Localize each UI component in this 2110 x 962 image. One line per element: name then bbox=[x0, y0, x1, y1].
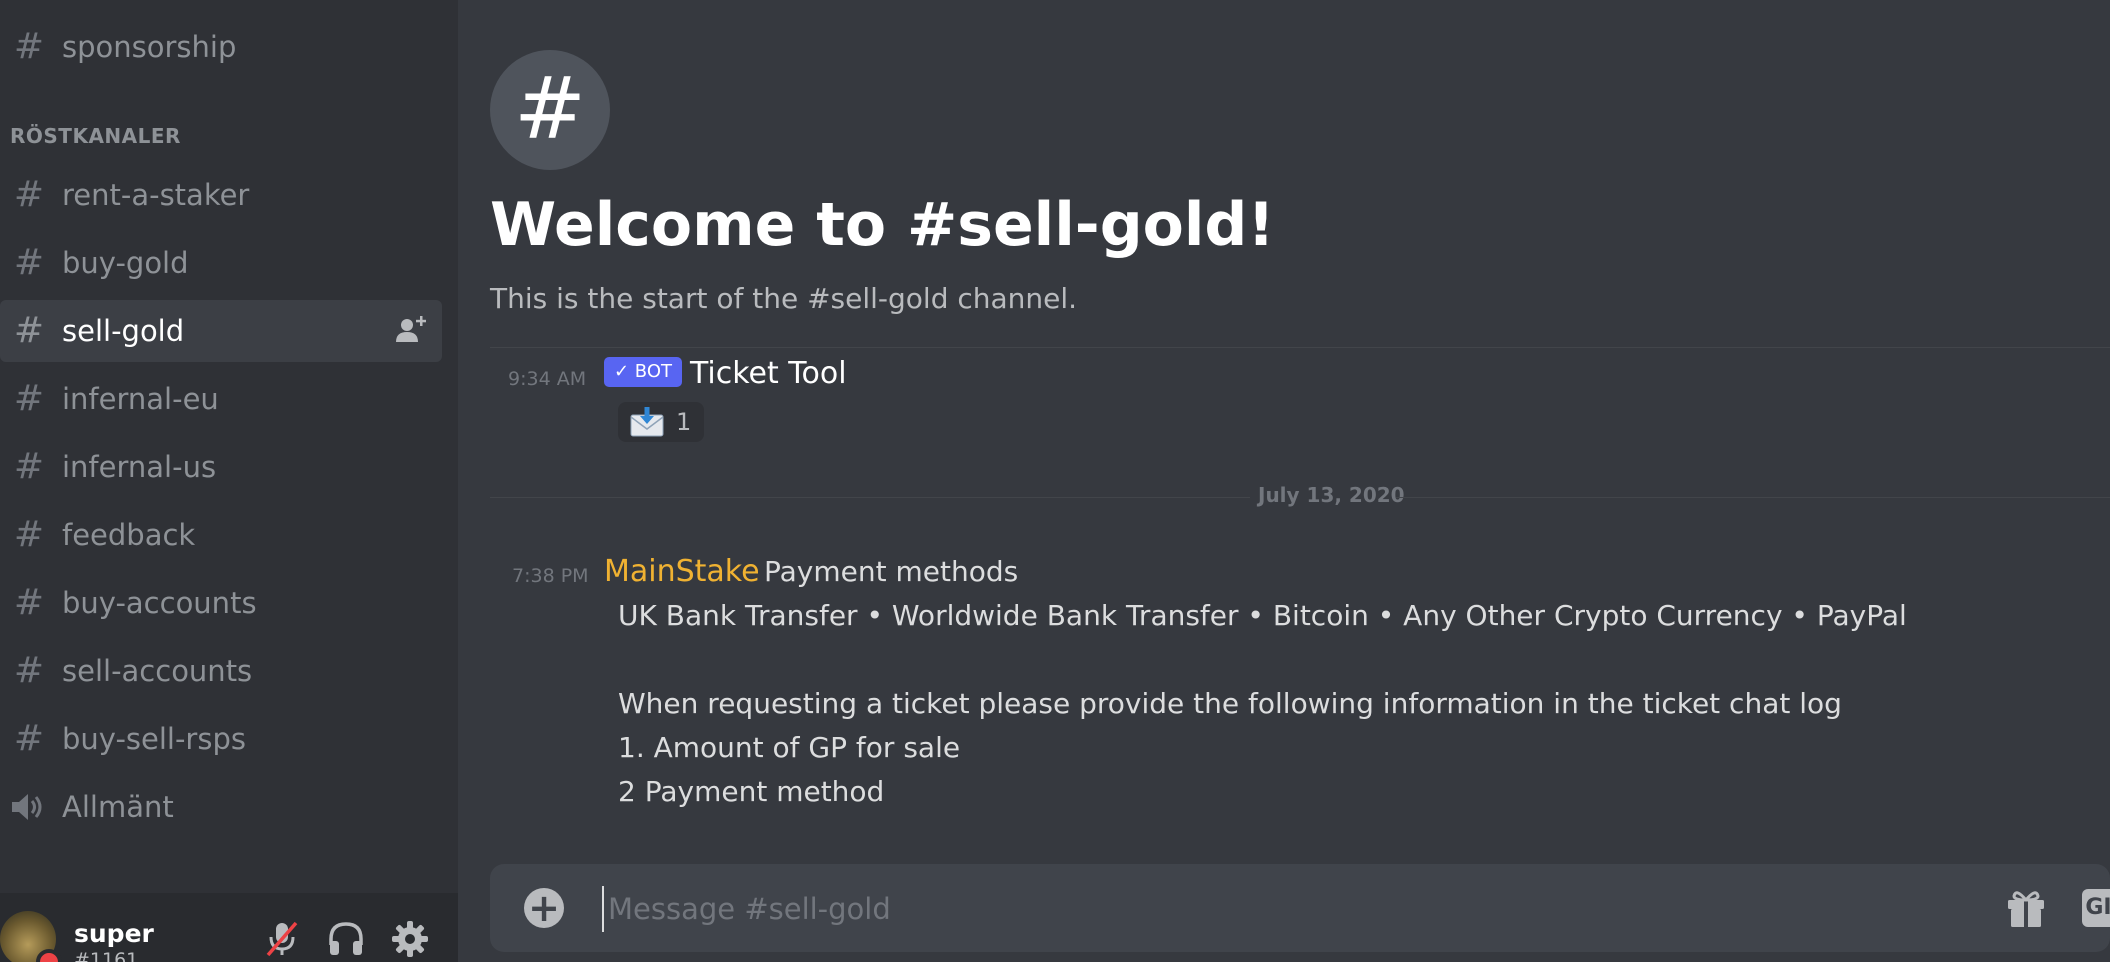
channel-name: buy-accounts bbox=[62, 586, 257, 620]
hash-icon: # bbox=[13, 514, 45, 555]
message-text-line: Payment methods bbox=[764, 555, 1019, 588]
gift-icon[interactable] bbox=[2004, 886, 2048, 930]
channel-name: Allmänt bbox=[62, 790, 174, 824]
message-author[interactable]: Ticket Tool bbox=[690, 356, 847, 391]
reaction-count: 1 bbox=[676, 408, 692, 436]
channel-item-feedback[interactable]: # feedback bbox=[0, 504, 442, 566]
hash-icon: # bbox=[13, 582, 45, 623]
channel-name: sell-gold bbox=[62, 314, 185, 348]
channel-item-buy-accounts[interactable]: # buy-accounts bbox=[0, 572, 442, 634]
channel-name: sell-accounts bbox=[62, 654, 253, 688]
user-panel: super #1161 bbox=[0, 893, 458, 962]
hash-icon: # bbox=[13, 718, 45, 759]
hash-icon: # bbox=[13, 446, 45, 487]
muted-microphone-icon[interactable] bbox=[262, 919, 302, 959]
channel-item-sponsorship[interactable]: # sponsorship bbox=[0, 16, 442, 78]
settings-gear-icon[interactable] bbox=[390, 919, 430, 959]
message-input[interactable] bbox=[602, 886, 1910, 932]
channel-hash-icon: # bbox=[490, 50, 610, 170]
message-text-line: 1. Amount of GP for sale bbox=[618, 731, 961, 764]
hash-icon: # bbox=[13, 174, 45, 215]
channel-item-sell-gold[interactable]: # sell-gold bbox=[0, 300, 442, 362]
category-header[interactable]: RÖSTKANALER bbox=[10, 124, 181, 148]
message-timestamp: 9:34 AM bbox=[508, 368, 587, 390]
hash-icon: # bbox=[13, 650, 45, 691]
channel-name: sponsorship bbox=[62, 30, 237, 64]
message-author[interactable]: MainStake bbox=[604, 554, 760, 589]
channel-name: rent-a-staker bbox=[62, 178, 250, 212]
hash-icon: # bbox=[13, 310, 45, 351]
channel-item-sell-accounts[interactable]: # sell-accounts bbox=[0, 640, 442, 702]
message-text-line: When requesting a ticket please provide … bbox=[618, 687, 1842, 720]
channel-name: feedback bbox=[62, 518, 196, 552]
channel-name: buy-sell-rsps bbox=[62, 722, 246, 756]
welcome-title: Welcome to #sell-gold! bbox=[490, 190, 1275, 260]
add-attachment-button[interactable]: + bbox=[524, 888, 564, 928]
message-text-line: 2 Payment method bbox=[618, 775, 885, 808]
date-divider-line-left bbox=[490, 497, 1250, 498]
add-member-icon[interactable] bbox=[394, 314, 428, 346]
date-divider-line-right bbox=[1396, 497, 2110, 498]
reaction-button[interactable]: 1 bbox=[618, 402, 704, 442]
channel-name: infernal-eu bbox=[62, 382, 219, 416]
channel-name: infernal-us bbox=[62, 450, 217, 484]
chat-area: # Welcome to #sell-gold! This is the sta… bbox=[458, 0, 2110, 962]
channel-name: buy-gold bbox=[62, 246, 189, 280]
speaker-icon bbox=[12, 794, 42, 820]
welcome-subtitle: This is the start of the #sell-gold chan… bbox=[490, 282, 1078, 315]
channel-item-infernal-eu[interactable]: # infernal-eu bbox=[0, 368, 442, 430]
hash-icon: # bbox=[13, 26, 45, 67]
channel-item-rent-a-staker[interactable]: # rent-a-staker bbox=[0, 164, 442, 226]
message-composer: + GIF bbox=[490, 864, 2110, 952]
headphones-icon[interactable] bbox=[326, 919, 366, 959]
bot-badge: ✓ BOT bbox=[604, 357, 682, 387]
hash-icon: # bbox=[13, 242, 45, 283]
channel-item-buy-gold[interactable]: # buy-gold bbox=[0, 232, 442, 294]
message-timestamp: 7:38 PM bbox=[512, 565, 589, 587]
envelope-with-arrow-icon bbox=[630, 407, 664, 437]
voice-channel-allmant[interactable]: Allmänt bbox=[0, 776, 442, 838]
status-indicator bbox=[36, 949, 62, 962]
message-text-line: UK Bank Transfer • Worldwide Bank Transf… bbox=[618, 599, 1907, 632]
username: super bbox=[74, 919, 154, 948]
channel-sidebar: # sponsorship RÖSTKANALER # rent-a-stake… bbox=[0, 0, 458, 962]
date-divider: July 13, 2020 bbox=[1258, 483, 1405, 507]
channel-item-infernal-us[interactable]: # infernal-us bbox=[0, 436, 442, 498]
hash-icon: # bbox=[13, 378, 45, 419]
gif-button[interactable]: GIF bbox=[2082, 889, 2110, 927]
user-tag: #1161 bbox=[74, 949, 139, 962]
channel-item-buy-sell-rsps[interactable]: # buy-sell-rsps bbox=[0, 708, 442, 770]
divider bbox=[490, 347, 2110, 348]
